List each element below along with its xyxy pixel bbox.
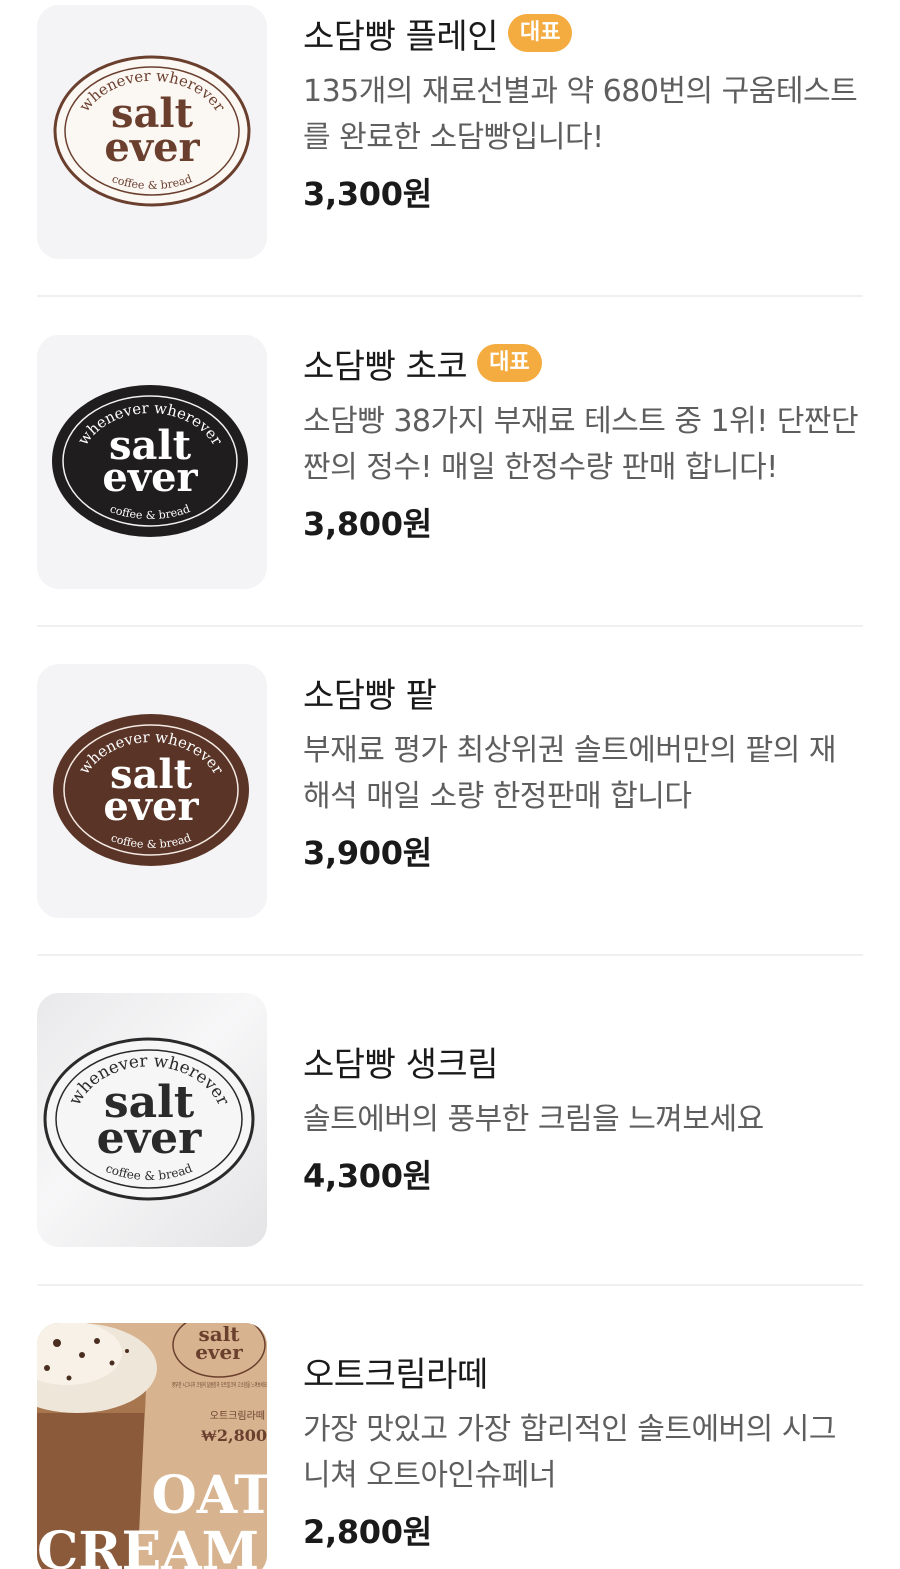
menu-item-price: 4,300원 (303, 1157, 432, 1195)
menu-item-image: whenever wherever salt ever coffee & bre… (37, 5, 267, 259)
menu-item-plain[interactable]: whenever wherever salt ever coffee & bre… (37, 5, 863, 259)
logo-line2: ever (103, 783, 199, 830)
menu-item-name: 소담빵 팥 (303, 675, 437, 716)
salt-ever-logo-icon: whenever wherever salt ever coffee & bre… (53, 55, 251, 207)
divider (37, 295, 863, 297)
menu-item-description: 부재료 평가 최상위권 솔트에버만의 팥의 재해석 매일 소량 한정판매 합니다 (303, 733, 836, 814)
divider (37, 1284, 863, 1286)
salt-ever-logo-icon: whenever wherever salt ever coffee & bre… (53, 714, 249, 866)
poster-label: 오트크림라떼 (210, 1410, 265, 1422)
menu-item-name: 소담빵 초코 (303, 346, 468, 387)
signature-badge: 대표 (477, 344, 542, 382)
menu-item-name: 오트크림라떼 (303, 1354, 488, 1395)
menu-item-description: 소담빵 38가지 부재료 테스트 중 1위! 단짠단짠의 정수! 매일 한정수량… (303, 404, 859, 485)
divider (37, 954, 863, 956)
menu-item-redbean[interactable]: whenever wherever salt ever coffee & bre… (37, 664, 863, 918)
menu-list: whenever wherever salt ever coffee & bre… (0, 0, 900, 1569)
poster-logo-line2: ever (195, 1340, 243, 1364)
menu-item-image: whenever wherever salt ever coffee & bre… (37, 335, 267, 589)
menu-item-price: 3,900원 (303, 834, 432, 872)
menu-item-description: 가장 맛있고 가장 합리적인 솔트에버의 시그니쳐 오트아인슈페너 (303, 1412, 836, 1493)
menu-item-description: 135개의 재료선별과 약 680번의 구움테스트를 완료한 소담빵입니다! (303, 74, 858, 155)
menu-item-name: 소담빵 생크림 (303, 1044, 499, 1085)
poster-big-oat: OAT (152, 1465, 268, 1526)
poster-big-cream: CREAM (37, 1521, 259, 1569)
poster-price: ₩2,800 (201, 1426, 267, 1445)
menu-item-price: 3,300원 (303, 175, 432, 213)
logo-line2: ever (104, 124, 200, 171)
menu-item-price: 2,800원 (303, 1513, 432, 1551)
logo-line2: ever (102, 454, 198, 501)
oat-cream-latte-photo-icon: salt ever 풍부한 시그니처 크림의 달콤함과 오트밀크의 고소함을 느… (37, 1323, 267, 1569)
poster-description: 풍부한 시그니처 크림의 달콤함과 오트밀크의 고소함을 느껴보세요 (172, 1381, 267, 1389)
menu-item-price: 3,800원 (303, 505, 432, 543)
signature-badge: 대표 (508, 14, 573, 52)
menu-item-image: salt ever 풍부한 시그니처 크림의 달콤함과 오트밀크의 고소함을 느… (37, 1323, 267, 1569)
salt-ever-logo-icon: whenever wherever salt ever coffee & bre… (43, 1037, 255, 1201)
menu-item-oat-cream-latte[interactable]: salt ever 풍부한 시그니처 크림의 달콤함과 오트밀크의 고소함을 느… (37, 1323, 863, 1569)
logo-line2: ever (97, 1113, 203, 1164)
menu-item-description: 솔트에버의 풍부한 크림을 느껴보세요 (303, 1102, 764, 1137)
salt-ever-logo-icon: whenever wherever salt ever coffee & bre… (52, 385, 248, 537)
menu-item-image: whenever wherever salt ever coffee & bre… (37, 664, 267, 918)
divider (37, 625, 863, 627)
menu-item-cream[interactable]: whenever wherever salt ever coffee & bre… (37, 993, 863, 1247)
menu-item-image: whenever wherever salt ever coffee & bre… (37, 993, 267, 1247)
menu-item-name: 소담빵 플레인 (303, 16, 499, 57)
menu-item-choco[interactable]: whenever wherever salt ever coffee & bre… (37, 335, 863, 589)
